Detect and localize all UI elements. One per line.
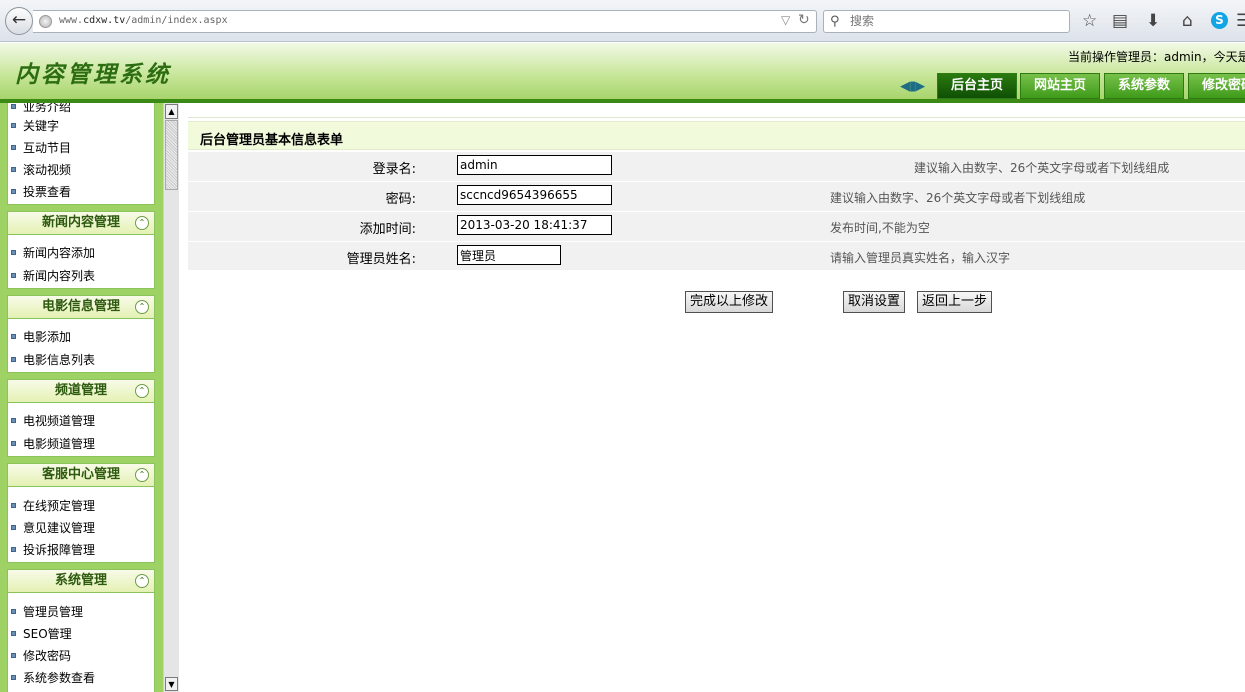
search-icon: ⚲ [830, 14, 840, 29]
tab-system-params[interactable]: 系统参数 [1104, 73, 1184, 99]
bullet-icon [11, 189, 16, 194]
scroll-up-arrow-icon[interactable]: ▲ [165, 104, 178, 119]
bullet-icon [11, 653, 16, 658]
password-hint: 建议输入由数字、26个英文字母或者下划线组成 [830, 191, 1086, 205]
form-title: 后台管理员基本信息表单 [200, 133, 344, 148]
sidebar-item[interactable]: 管理员管理 [11, 602, 83, 622]
sidebar: 业务介绍 关键字 互动节目 滚动视频 投票查看 新闻内容管理 ⌃ 新闻内容添加 新… [0, 103, 163, 692]
sidebar-item[interactable]: 投票查看 [11, 182, 71, 202]
sidebar-item[interactable]: 系统参数查看 [11, 668, 95, 688]
sidebar-item[interactable]: 电影频道管理 [11, 434, 95, 454]
add-time-label: 添加时间: [359, 222, 416, 237]
sidebar-item[interactable]: 滚动视频 [11, 160, 71, 180]
sidebar-item[interactable]: 投诉报障管理 [11, 540, 95, 560]
address-bar[interactable]: www.cdxw.tv/admin/index.aspx ▽ ↻ [33, 10, 817, 33]
app-logo: 内容管理系统 [15, 61, 171, 88]
sidebar-item[interactable]: 新闻内容列表 [11, 266, 95, 286]
home-icon[interactable]: ⌂ [1182, 12, 1193, 30]
admin-name-input[interactable] [457, 245, 561, 265]
login-name-label: 登录名: [372, 162, 416, 177]
collapse-icon[interactable]: ⌃ [135, 384, 149, 398]
sidebar-item[interactable]: 电影信息列表 [11, 350, 95, 370]
collapse-icon[interactable]: ⌃ [135, 468, 149, 482]
cancel-button[interactable]: 取消设置 [843, 291, 905, 313]
sidebar-item[interactable]: 修改密码 [11, 646, 71, 666]
scroll-down-arrow-icon[interactable]: ▼ [165, 677, 178, 691]
sidebar-item[interactable]: 新闻内容添加 [11, 243, 95, 263]
sidebar-toggle-icon[interactable]: ◀▮▶ [900, 79, 925, 94]
tab-admin-home[interactable]: 后台主页 [937, 73, 1017, 99]
sidebar-item[interactable]: 意见建议管理 [11, 518, 95, 538]
row-divider [188, 241, 1245, 242]
bullet-icon [11, 104, 16, 109]
row-divider [188, 181, 1245, 182]
login-name-hint: 建议输入由数字、26个英文字母或者下划线组成 [914, 161, 1170, 175]
reading-list-icon[interactable]: ▤ [1112, 12, 1128, 30]
content-divider [188, 117, 1245, 118]
bullet-icon [11, 123, 16, 128]
admin-info: 当前操作管理员：admin，今天是： [1068, 50, 1245, 64]
bullet-icon [11, 547, 16, 552]
password-input[interactable] [457, 185, 612, 205]
tab-site-home[interactable]: 网站主页 [1020, 73, 1100, 99]
admin-name-label: 管理员姓名: [346, 252, 416, 267]
bullet-icon [11, 334, 16, 339]
bullet-icon [11, 675, 16, 680]
sidebar-item[interactable]: SEO管理 [11, 624, 72, 644]
sidebar-scrollbar[interactable]: ▲ ▼ [163, 103, 179, 692]
globe-icon [39, 15, 52, 28]
download-icon[interactable]: ⬇ [1146, 12, 1160, 30]
admin-name-hint: 请输入管理员真实姓名，输入汉字 [830, 251, 1011, 265]
sidebar-item[interactable]: 电视频道管理 [11, 411, 95, 431]
collapse-icon[interactable]: ⌃ [135, 574, 149, 588]
browser-search-box[interactable]: ⚲ [823, 10, 1070, 33]
sidebar-group-news[interactable]: 新闻内容管理 ⌃ [7, 211, 155, 235]
login-name-input[interactable] [457, 155, 612, 175]
star-bookmark-icon[interactable]: ☆ [1082, 12, 1097, 30]
tab-change-password[interactable]: 修改密码 [1188, 73, 1245, 99]
password-label: 密码: [385, 192, 416, 207]
bullet-icon [11, 418, 16, 423]
form-title-bar: 后台管理员基本信息表单 [188, 121, 1245, 150]
bullet-icon [11, 357, 16, 362]
sidebar-group-service[interactable]: 客服中心管理 ⌃ [7, 463, 155, 487]
submit-button[interactable]: 完成以上修改 [685, 291, 773, 313]
sidebar-item[interactable]: 在线预定管理 [11, 496, 95, 516]
dropdown-arrow-icon[interactable]: ▽ [781, 13, 790, 27]
back-button[interactable]: 返回上一步 [917, 291, 992, 313]
sidebar-group-channels[interactable]: 频道管理 ⌃ [7, 379, 155, 403]
sidebar-item[interactable]: 关键字 [11, 116, 59, 136]
bullet-icon [11, 441, 16, 446]
back-arrow-icon[interactable]: ← [5, 7, 33, 35]
admin-info-form: 登录名: 建议输入由数字、26个英文字母或者下划线组成 密码: 建议输入由数字、… [188, 152, 1245, 270]
browser-toolbar: ← www.cdxw.tv/admin/index.aspx ▽ ↻ ⚲ ☆ ▤… [0, 0, 1245, 42]
bullet-icon [11, 250, 16, 255]
collapse-icon[interactable]: ⌃ [135, 300, 149, 314]
bullet-icon [11, 609, 16, 614]
bullet-icon [11, 631, 16, 636]
url-text: www.cdxw.tv/admin/index.aspx [59, 15, 228, 26]
row-divider [188, 211, 1245, 212]
bullet-icon [11, 273, 16, 278]
search-input[interactable] [848, 13, 1058, 29]
scroll-thumb[interactable] [165, 120, 178, 190]
sidebar-item[interactable]: 业务介绍 [11, 103, 71, 117]
sidebar-item[interactable]: 互动节目 [11, 138, 71, 158]
main-content: 后台管理员基本信息表单 登录名: 建议输入由数字、26个英文字母或者下划线组成 … [179, 103, 1245, 692]
bullet-icon [11, 167, 16, 172]
reload-icon[interactable]: ↻ [798, 12, 810, 28]
skype-icon[interactable]: S [1211, 12, 1228, 29]
collapse-icon[interactable]: ⌃ [135, 216, 149, 230]
bullet-icon [11, 145, 16, 150]
app-header: 内容管理系统 当前操作管理员：admin，今天是： ◀▮▶ 后台主页 网站主页 … [0, 43, 1245, 99]
sidebar-group-movies[interactable]: 电影信息管理 ⌃ [7, 295, 155, 319]
sidebar-item[interactable]: 电影添加 [11, 327, 71, 347]
menu-icon[interactable]: ☰ [1236, 12, 1245, 30]
add-time-input[interactable] [457, 215, 612, 235]
bullet-icon [11, 503, 16, 508]
add-time-hint: 发布时间,不能为空 [830, 221, 930, 235]
sidebar-group-system[interactable]: 系统管理 ⌃ [7, 569, 155, 593]
bullet-icon [11, 525, 16, 530]
